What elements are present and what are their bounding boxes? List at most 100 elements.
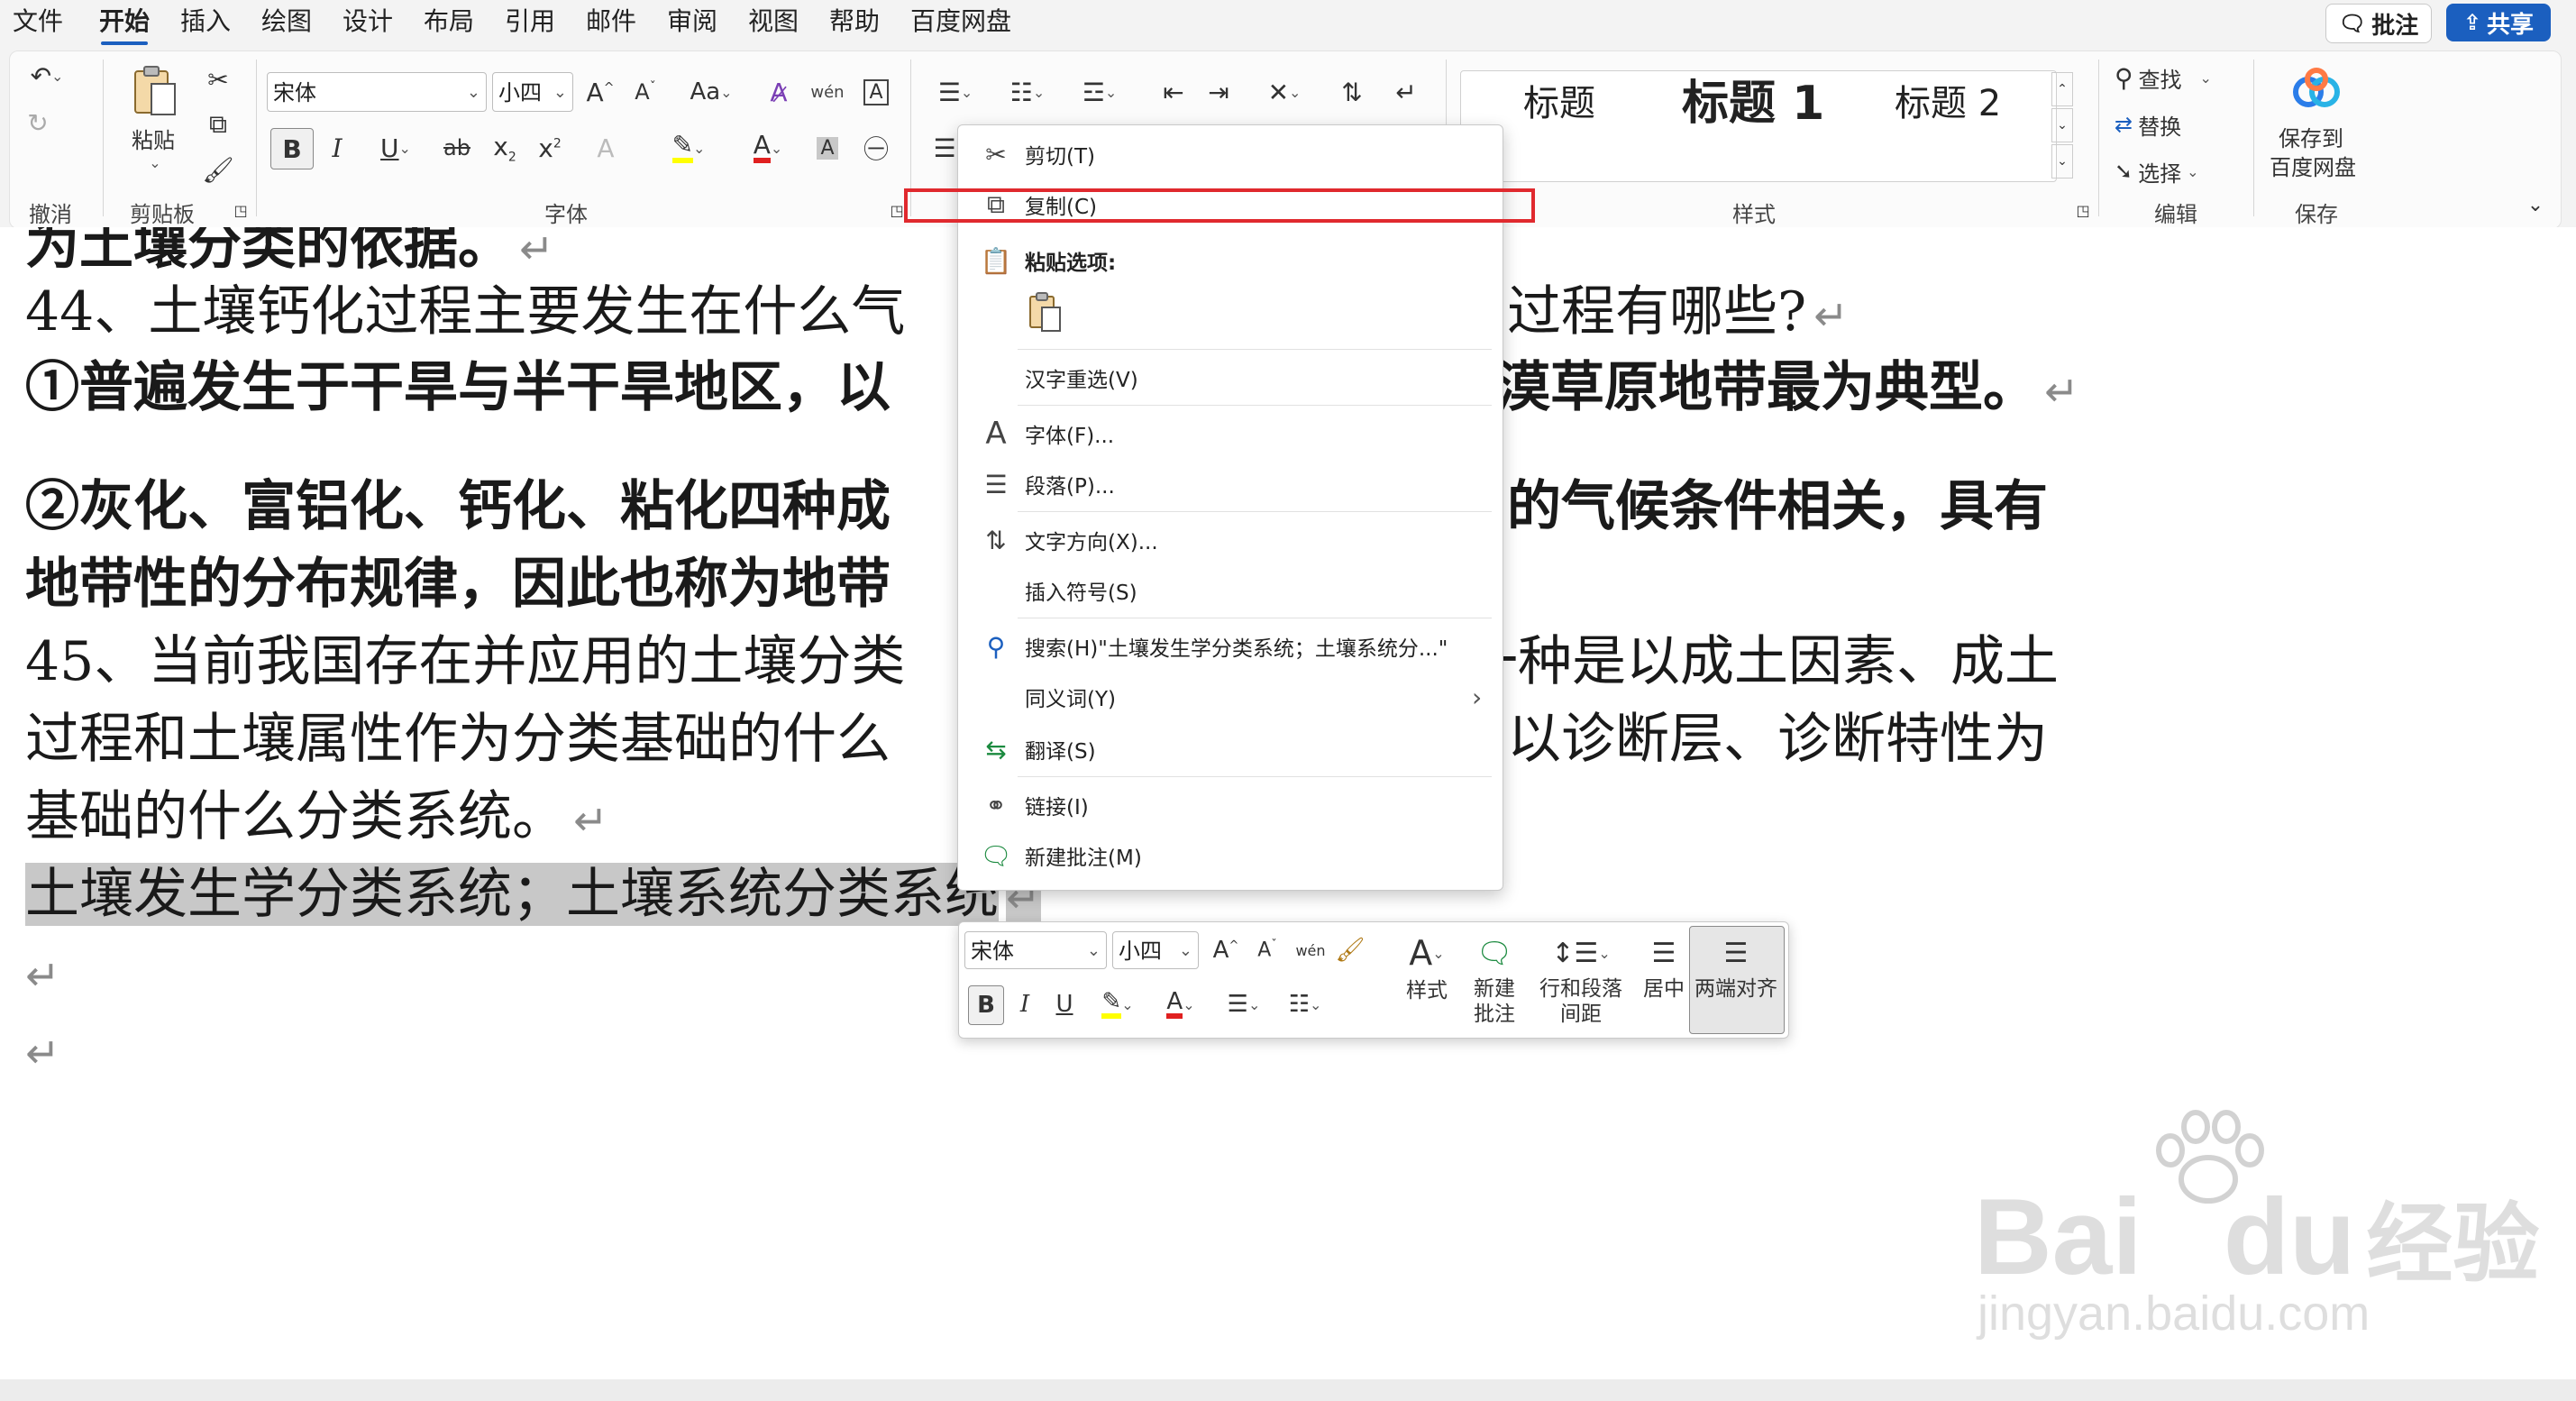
show-marks-button[interactable]: ↵ <box>1386 72 1426 112</box>
chevron-down-icon: ⌄ <box>2526 193 2544 216</box>
font-color-button[interactable]: A ⌄ <box>735 128 800 168</box>
phonetic-guide-button[interactable]: wén <box>808 72 847 112</box>
tab-help[interactable]: 帮助 <box>829 5 880 38</box>
chinese-layout-button[interactable]: ✕ ⌄ <box>1253 72 1316 112</box>
underline-icon: U <box>1055 991 1073 1018</box>
mini-new-comment-button[interactable]: 🗨 <box>1467 928 1521 978</box>
selected-text[interactable]: 土壤发生学分类系统；土壤系统分类系统 <box>25 863 999 926</box>
doc-line-text-left: 44、土壤钙化过程主要发生在什么气 <box>25 280 906 343</box>
decrease-indent-button[interactable]: ⇤ <box>1156 72 1192 112</box>
style-heading[interactable]: 标题 <box>1523 81 1595 126</box>
subscript-button[interactable]: x2 <box>487 128 523 168</box>
group-label-font: 字体 <box>544 202 588 227</box>
find-button[interactable]: ⚲ 查找 ⌄ <box>2115 60 2232 96</box>
mini-font-color-button[interactable]: A ⌄ <box>1152 985 1210 1023</box>
increase-indent-button[interactable]: ⇥ <box>1201 72 1237 112</box>
styles-launcher[interactable]: ◳ <box>2073 200 2093 220</box>
select-button[interactable]: ➘ 选择 ⌄ <box>2115 153 2232 189</box>
change-case-button[interactable]: Aa ⌄ <box>680 72 743 112</box>
mini-line-spacing-button[interactable]: ↕☰ ⌄ <box>1545 928 1617 978</box>
mini-numbering-button[interactable]: ☷ ⌄ <box>1276 985 1334 1023</box>
clear-formatting-button[interactable]: A̷ <box>759 72 799 112</box>
mini-bold-button[interactable]: B <box>968 985 1004 1025</box>
mini-grow-font-button[interactable]: A^ <box>1208 931 1244 969</box>
style-heading-2[interactable]: 标题 2 <box>1895 81 2001 126</box>
mini-styles-button[interactable]: A ⌄ <box>1395 928 1458 978</box>
tab-view[interactable]: 视图 <box>748 5 799 38</box>
paste-keep-text-button[interactable] <box>1023 289 1068 334</box>
font-size-combo[interactable]: 小四 ⌄ <box>492 72 573 112</box>
menu-item-synonyms[interactable]: 同义词(Y) › <box>958 673 1503 720</box>
format-painter-button[interactable]: 🖌 <box>200 151 236 188</box>
mini-format-painter-button[interactable]: 🖌 <box>1332 931 1368 969</box>
tab-file[interactable]: 文件 <box>13 5 63 38</box>
styles-scroll-up[interactable]: ⌃ <box>2051 72 2073 106</box>
shrink-font-button[interactable]: Aˇ <box>627 72 663 112</box>
cut-button[interactable]: ✂ <box>200 61 236 97</box>
tab-design[interactable]: 设计 <box>343 5 393 38</box>
character-border-button[interactable]: A <box>856 72 896 112</box>
mini-center-button[interactable]: ☰ <box>1639 928 1689 978</box>
numbering-button[interactable]: ☷ ⌄ <box>999 72 1056 112</box>
styles-expand[interactable]: ⌄ <box>2051 144 2073 179</box>
style-heading-1[interactable]: 标题 1 <box>1682 80 1824 127</box>
doc-line-6: 45、当前我国存在并应用的土壤分类 <box>25 629 905 694</box>
italic-button[interactable]: I <box>319 128 355 168</box>
menu-item-reconvert[interactable]: 汉字重选(V) <box>958 354 1503 401</box>
tab-references[interactable]: 引用 <box>505 5 555 38</box>
mini-shrink-font-button[interactable]: Aˇ <box>1249 931 1285 969</box>
grow-font-button[interactable]: A^ <box>582 72 618 112</box>
menu-item-paragraph[interactable]: ☰ 段落(P)... <box>958 461 1503 508</box>
menu-item-font[interactable]: A 字体(F)... <box>958 410 1503 457</box>
menu-item-new-comment[interactable]: 🗨 新建批注(M) <box>958 832 1503 879</box>
multilevel-list-button[interactable]: ☲ ⌄ <box>1071 72 1128 112</box>
tab-insert[interactable]: 插入 <box>180 5 231 38</box>
strikethrough-button[interactable]: ab <box>436 128 478 168</box>
redo-button[interactable]: ↻ <box>20 105 56 141</box>
highlight-color-button[interactable]: ✎ ⌄ <box>656 128 721 168</box>
superscript-button[interactable]: x2 <box>532 128 568 168</box>
doc-line-text: 为土壤分类的依据。 <box>25 227 512 277</box>
menu-item-link[interactable]: ⚭ 链接(I) <box>958 782 1503 829</box>
font-name-combo[interactable]: 宋体 ⌄ <box>267 72 487 112</box>
mini-underline-button[interactable]: U <box>1049 985 1080 1023</box>
mini-highlight-button[interactable]: ✎ ⌄ <box>1089 985 1146 1023</box>
italic-icon: I <box>332 133 343 163</box>
mini-phonetic-guide-button[interactable]: wén <box>1293 931 1329 969</box>
save-to-baidu-button[interactable] <box>2289 65 2343 114</box>
share-button[interactable]: ⇪ 共享 <box>2446 4 2551 41</box>
bold-button[interactable]: B <box>270 128 314 169</box>
character-shading-button[interactable]: A <box>809 128 845 168</box>
comments-button[interactable]: 🗨 批注 <box>2325 4 2432 43</box>
mini-font-size-combo[interactable]: 小四 ⌄ <box>1112 931 1199 969</box>
replace-button[interactable]: ⇄ 替换 <box>2115 106 2214 142</box>
clipboard-launcher[interactable]: ◳ <box>231 200 251 220</box>
tab-draw[interactable]: 绘图 <box>261 5 312 38</box>
text-effects-button[interactable]: A <box>586 128 626 168</box>
underline-button[interactable]: U ⌄ <box>364 128 427 168</box>
copy-button[interactable]: ⧉ <box>200 106 236 142</box>
styles-scroll-down[interactable]: ⌄ <box>2051 108 2073 142</box>
mini-bullets-button[interactable]: ☰ ⌄ <box>1215 985 1273 1023</box>
menu-item-text-direction[interactable]: ⇅ 文字方向(X)... <box>958 517 1503 563</box>
mini-italic-button[interactable]: I <box>1009 985 1040 1023</box>
menu-item-search[interactable]: ⚲ 搜索(H)"土壤发生学分类系统；土壤系统分..." <box>958 623 1503 670</box>
collapse-ribbon-button[interactable]: ⌄ <box>2522 191 2549 218</box>
bullets-button[interactable]: ☰ ⌄ <box>927 72 984 112</box>
tab-review[interactable]: 审阅 <box>667 5 717 38</box>
undo-button[interactable]: ↶ ⌄ <box>20 58 74 94</box>
menu-item-cut[interactable]: ✂ 剪切(T) <box>958 131 1503 178</box>
enclose-characters-button[interactable]: ㊀ <box>856 128 896 168</box>
mini-font-name-combo[interactable]: 宋体 ⌄ <box>964 931 1107 969</box>
tab-home[interactable]: 开始 <box>99 5 150 45</box>
menu-item-insert-symbol[interactable]: 插入符号(S) <box>958 567 1503 614</box>
tab-baidu-netdisk[interactable]: 百度网盘 <box>910 5 1011 38</box>
menu-item-translate[interactable]: ⇆ 翻译(S) <box>958 726 1503 773</box>
paste-button[interactable] <box>126 63 184 121</box>
mini-line-spacing-label-1: 行和段落 <box>1539 977 1622 1001</box>
sort-button[interactable]: ⇅ <box>1332 72 1372 112</box>
tab-mailings[interactable]: 邮件 <box>586 5 636 38</box>
numbered-list-icon: ☷ <box>1009 77 1033 107</box>
tab-layout[interactable]: 布局 <box>424 5 474 38</box>
paste-options-dropdown[interactable]: ⌄ <box>144 151 166 173</box>
